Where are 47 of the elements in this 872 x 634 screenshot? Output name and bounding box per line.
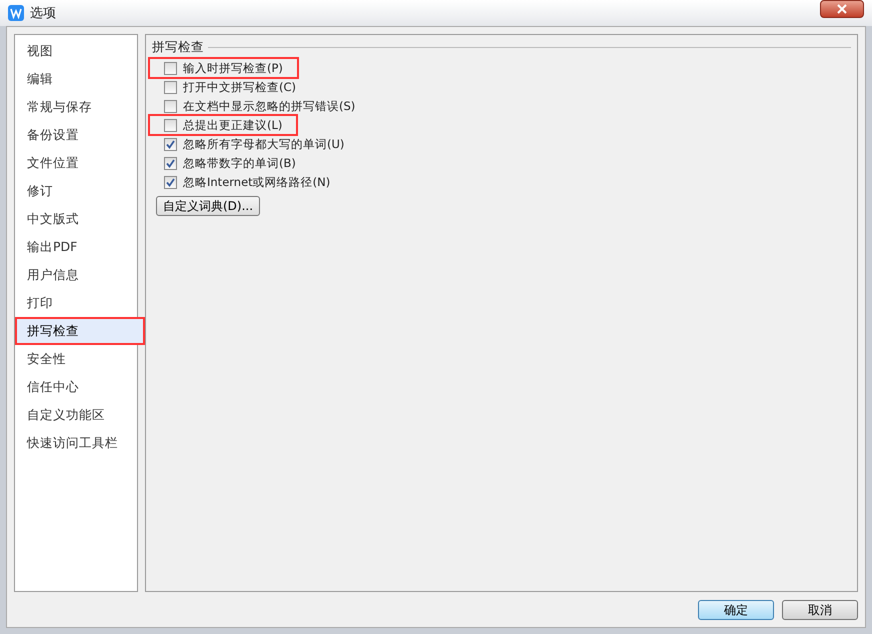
option-label: 在文档中显示忽略的拼写错误(S) xyxy=(183,98,356,114)
checkbox-option[interactable]: 忽略所有字母都大写的单词(U) xyxy=(150,135,358,153)
checkbox[interactable] xyxy=(164,156,177,170)
sidebar-item[interactable]: 编辑 xyxy=(15,65,137,93)
checkbox[interactable] xyxy=(164,138,177,150)
sidebar-item[interactable]: 文件位置 xyxy=(15,149,137,177)
sidebar-item[interactable]: 拼写检查 xyxy=(15,317,145,345)
checkbox-option[interactable]: 忽略Internet或网络路径(N) xyxy=(150,173,344,191)
dictionary-button[interactable]: 自定义词典(D)... xyxy=(156,196,260,216)
window-title: 选项 xyxy=(30,5,57,22)
dialog-button[interactable]: 取消 xyxy=(782,600,858,620)
sidebar-item[interactable]: 备份设置 xyxy=(15,121,137,149)
close-icon xyxy=(837,4,847,14)
group-title: 拼写检查 xyxy=(152,39,204,56)
checkbox-option[interactable]: 在文档中显示忽略的拼写错误(S) xyxy=(150,97,370,115)
sidebar-item[interactable]: 输出PDF xyxy=(15,233,137,261)
checkbox[interactable] xyxy=(164,80,177,94)
checkbox[interactable] xyxy=(164,100,177,112)
checkmark-icon xyxy=(166,158,175,168)
option-label: 忽略所有字母都大写的单词(U) xyxy=(183,136,344,152)
sidebar-item[interactable]: 用户信息 xyxy=(15,261,137,289)
option-label: 输入时拼写检查(P) xyxy=(183,60,283,76)
sidebar-item[interactable]: 信任中心 xyxy=(15,373,137,401)
option-label: 总提出更正建议(L) xyxy=(183,118,282,132)
sidebar-item[interactable]: 修订 xyxy=(15,177,137,205)
checkbox[interactable] xyxy=(164,176,177,188)
sidebar-item[interactable]: 视图 xyxy=(15,37,137,65)
sidebar-item[interactable]: 中文版式 xyxy=(15,205,137,233)
checkbox-option[interactable]: 总提出更正建议(L) xyxy=(150,116,296,134)
checkbox-option[interactable]: 忽略带数字的单词(B) xyxy=(150,154,310,172)
sidebar-item[interactable]: 打印 xyxy=(15,289,137,317)
checkbox[interactable] xyxy=(164,62,177,74)
checkmark-icon xyxy=(166,140,175,148)
checkbox-option[interactable]: 输入时拼写检查(P) xyxy=(150,59,297,77)
dialog-button[interactable]: 确定 xyxy=(698,600,774,620)
sidebar-item[interactable]: 自定义功能区 xyxy=(15,401,137,429)
checkbox-option[interactable]: 打开中文拼写检查(C) xyxy=(150,78,310,96)
option-label: 忽略Internet或网络路径(N) xyxy=(183,174,330,190)
sidebar-item[interactable]: 快速访问工具栏 xyxy=(15,429,137,457)
option-label: 打开中文拼写检查(C) xyxy=(183,80,296,94)
option-label: 忽略带数字的单词(B) xyxy=(183,156,296,170)
checkbox[interactable] xyxy=(164,118,177,132)
checkmark-icon xyxy=(166,178,175,186)
sidebar-item[interactable]: 安全性 xyxy=(15,345,137,373)
close-button[interactable] xyxy=(820,0,864,18)
sidebar-item[interactable]: 常规与保存 xyxy=(15,93,137,121)
app-logo-icon xyxy=(8,5,24,21)
